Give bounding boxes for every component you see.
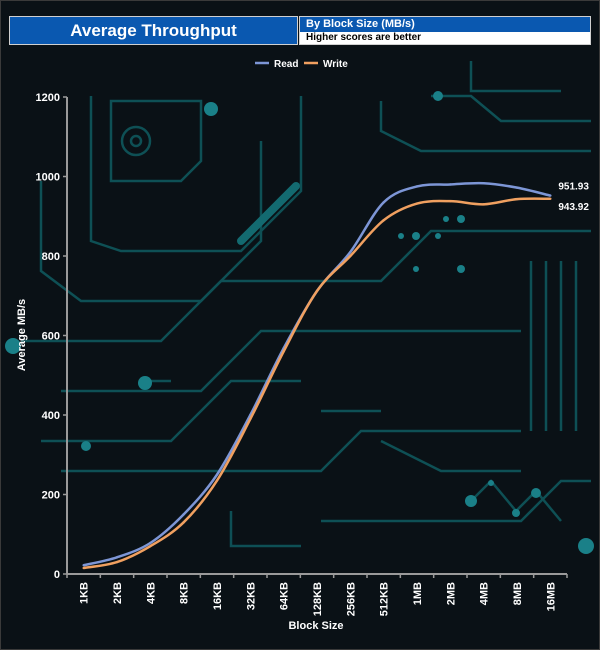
data-point-write	[249, 417, 252, 421]
data-point-read	[382, 201, 385, 204]
data-point-write	[282, 350, 285, 353]
chart-title: Average Throughput	[9, 16, 298, 45]
y-tick-label: 0	[54, 569, 60, 581]
x-tick-label: 16KB	[212, 582, 224, 610]
data-point-read	[415, 185, 419, 188]
data-point-read	[549, 194, 552, 197]
legend-label-read: Read	[274, 59, 298, 70]
end-label-write: 943.92	[558, 202, 589, 213]
x-tick-label: 2MB	[445, 582, 457, 605]
x-axis-title: Block Size	[288, 620, 343, 632]
data-point-read	[115, 556, 119, 559]
y-tick-label: 1200	[36, 92, 60, 104]
x-tick-label: 2KB	[112, 582, 124, 604]
end-label-read: 951.93	[558, 182, 589, 193]
data-point-write	[349, 254, 352, 258]
x-tick-label: 256KB	[345, 582, 357, 616]
y-axis-title: Average MB/s	[16, 299, 28, 371]
data-point-read	[349, 250, 352, 254]
x-tick-label: 8KB	[179, 582, 191, 604]
y-tick-label: 1000	[36, 172, 60, 184]
series-layer	[82, 181, 552, 570]
x-tick-label: 512KB	[379, 582, 391, 616]
chart-frame: 0 200 400 600 800 1000 1200 1KB 2KB 4KB 8KB 16KB 32K…	[0, 0, 600, 650]
label-layer: 951.93 943.92	[558, 182, 589, 213]
data-point-write	[149, 544, 152, 548]
data-point-read	[482, 182, 485, 185]
data-point-read	[215, 473, 219, 476]
chart-svg: 0 200 400 600 800 1000 1200 1KB 2KB 4KB 8KB 16KB 32K…	[5, 59, 594, 632]
x-tick-label: 8MB	[512, 582, 524, 605]
data-point-write	[482, 203, 485, 206]
data-point-write	[549, 197, 552, 200]
data-point-write	[415, 202, 419, 205]
legend: Read Write	[255, 59, 348, 70]
data-point-write	[182, 521, 185, 524]
x-tick-label: 1KB	[79, 582, 91, 604]
y-tick-label: 200	[42, 490, 60, 502]
data-point-read	[149, 541, 152, 545]
data-point-write	[82, 566, 85, 570]
x-tick-label: 4MB	[479, 582, 491, 605]
x-tick-label: 32KB	[245, 582, 257, 610]
y-tick-label: 400	[42, 410, 60, 422]
data-point-write	[515, 197, 519, 201]
data-point-write	[215, 479, 219, 482]
data-point-write	[449, 199, 452, 203]
series-line-write	[83, 197, 551, 570]
chart-subtitle-box: By Block Size (MB/s) Higher scores are b…	[299, 16, 591, 45]
y-tick-label: 600	[42, 331, 60, 343]
data-point-read	[182, 513, 185, 516]
x-tick-label: 128KB	[312, 582, 324, 616]
y-tick-label: 800	[42, 251, 60, 263]
chart-note: Higher scores are better	[300, 32, 590, 44]
x-tick-label: 4KB	[145, 582, 157, 604]
chart-subtitle: By Block Size (MB/s)	[300, 17, 590, 32]
data-point-write	[382, 219, 385, 222]
x-tick-label: 16MB	[545, 582, 557, 611]
x-tick-label: 64KB	[279, 582, 291, 610]
legend-label-write: Write	[323, 59, 348, 70]
data-point-read	[82, 564, 85, 567]
data-point-write	[115, 560, 119, 564]
data-point-read	[515, 186, 519, 189]
data-point-read	[449, 183, 452, 186]
x-tick-label: 1MB	[412, 582, 424, 605]
circuit-bar	[237, 182, 300, 245]
data-point-write	[315, 289, 319, 293]
circuit-background	[21, 61, 591, 548]
series-line-read	[83, 181, 551, 567]
